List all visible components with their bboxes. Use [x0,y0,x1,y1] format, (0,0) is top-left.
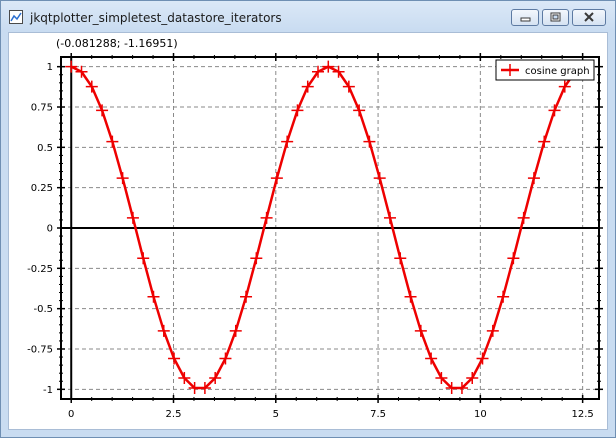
y-tick-label: 0.5 [37,143,53,154]
data-point-marker [281,135,294,148]
data-point-marker [250,252,263,265]
data-point-marker [538,135,551,148]
data-point-marker [353,104,366,117]
data-point-marker [229,324,242,337]
data-point-marker [65,60,78,73]
data-point-marker [476,352,489,365]
title-bar[interactable]: jkqtplotter_simpletest_datastore_iterato… [1,1,615,31]
data-point-marker [270,172,283,185]
x-tick-label: 7.5 [370,409,386,420]
close-button[interactable] [572,9,606,26]
y-tick-label: -0.25 [27,264,53,275]
data-point-marker [383,211,396,224]
data-point-marker [116,172,129,185]
x-tick-label: 0 [68,409,74,420]
minimize-button[interactable] [511,9,539,26]
data-point-marker [168,352,181,365]
data-point-marker [106,135,119,148]
data-point-marker [373,172,386,185]
x-tick-label: 10 [474,409,487,420]
data-point-marker [147,290,160,303]
data-point-marker [527,172,540,185]
window-title: jkqtplotter_simpletest_datastore_iterato… [30,11,282,25]
data-point-marker [548,104,561,117]
y-tick-label: -0.75 [27,344,53,355]
data-point-marker [486,324,499,337]
close-icon [584,12,594,22]
app-window: jkqtplotter_simpletest_datastore_iterato… [0,0,616,438]
data-point-marker [219,352,232,365]
x-tick-label: 2.5 [166,409,182,420]
data-point-marker [137,252,150,265]
data-point-marker [157,324,170,337]
data-point-marker [425,352,438,365]
data-point-marker [260,211,273,224]
data-point-marker [322,60,335,73]
maximize-icon [550,12,561,22]
minimize-icon [520,17,531,22]
data-point-marker [291,104,304,117]
x-tick-label: 5 [273,409,279,420]
data-point-marker [507,252,520,265]
data-point-marker [517,211,530,224]
y-tick-label: 1 [47,62,53,73]
x-tick-label: 12.5 [572,409,594,420]
data-point-marker [240,290,253,303]
data-point-marker [96,104,109,117]
data-point-marker [404,290,417,303]
data-point-marker [363,135,376,148]
y-tick-label: 0 [47,224,53,235]
data-point-marker [394,252,407,265]
y-tick-label: 0.75 [31,103,53,114]
data-point-marker [497,290,510,303]
data-point-marker [126,211,139,224]
y-tick-label: 0.25 [31,183,53,194]
y-tick-label: -1 [43,385,53,396]
cosine-plot[interactable]: 0 2.5 5 7.5 10 12.5 1 0.75 0.5 0.25 0 -0.25 -0.5 -0.7… [9,33,607,429]
plot-app-icon [9,10,23,24]
data-point-marker [414,324,427,337]
plot-widget[interactable]: (-0.081288; -1.16951) 0 2.5 5 7.5 10 12.5 1 0.7… [8,32,608,430]
maximize-button[interactable] [542,9,569,26]
y-tick-label: -0.5 [33,304,53,315]
legend-label: cosine graph [525,66,590,77]
